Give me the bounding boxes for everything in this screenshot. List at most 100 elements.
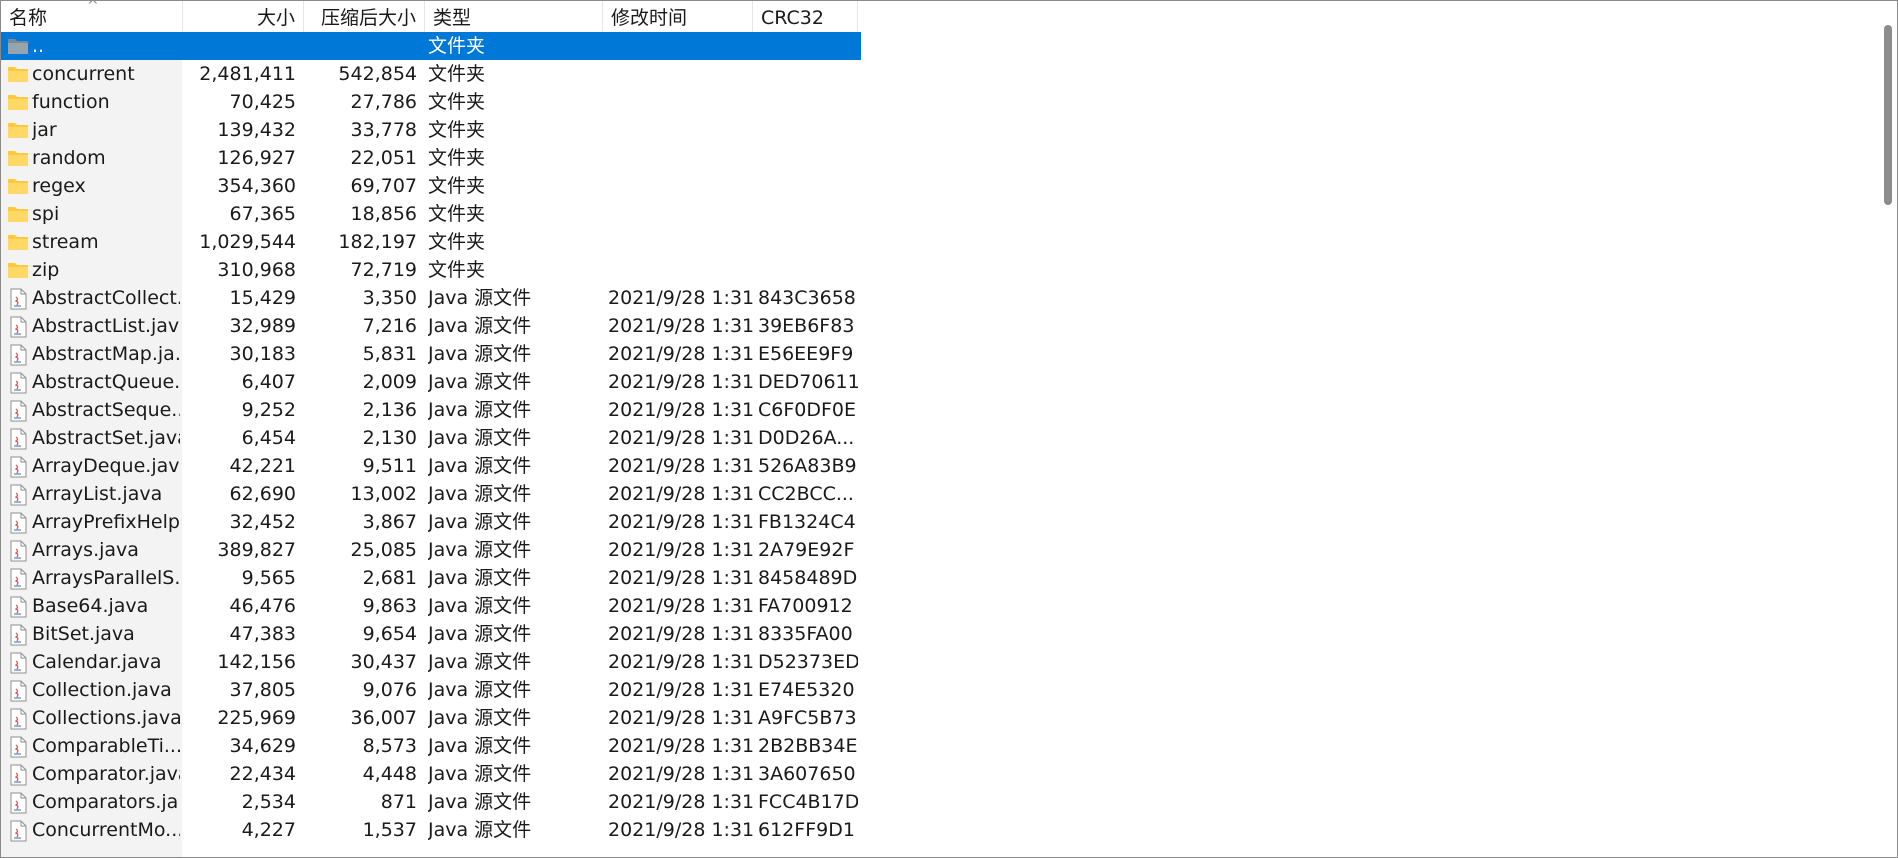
file-modified-time: 2021/9/28 1:31 [608, 679, 755, 701]
list-item[interactable]: Comparator.java 22,434 4,448 Java 源文件 2021/9… [1, 760, 861, 788]
list-item[interactable]: ArrayDeque.java 42,221 9,511 Java 源文件 2021/9… [1, 452, 861, 480]
java-file-icon [7, 676, 31, 704]
list-item[interactable]: ArraysParallelS... 9,565 2,681 Java 源文件 2021… [1, 564, 861, 592]
file-crc32: A9FC5B73 [758, 707, 857, 729]
java-file-icon [7, 592, 31, 620]
file-modified-time: 2021/9/28 1:31 [608, 595, 755, 617]
file-packed-size [303, 32, 417, 60]
file-size: 37,805 [229, 679, 296, 701]
list-item[interactable]: Collection.java 37,805 9,076 Java 源文件 2021/9… [1, 676, 861, 704]
list-item[interactable]: stream 1,029,544 182,197 文件夹 [1, 228, 861, 256]
column-header-size[interactable]: 大小 [183, 1, 304, 32]
file-type: Java 源文件 [428, 455, 532, 477]
list-item[interactable]: ComparableTi... 34,629 8,573 Java 源文件 2021/9… [1, 732, 861, 760]
file-type: 文件夹 [428, 203, 486, 225]
list-item[interactable]: Collections.java 225,969 36,007 Java 源文件 202… [1, 704, 861, 732]
file-name: BitSet.java [32, 623, 135, 645]
java-file-icon [7, 704, 31, 732]
list-item[interactable]: AbstractCollect... 15,429 3,350 Java 源文件 202… [1, 284, 861, 312]
list-item[interactable]: random 126,927 22,051 文件夹 [1, 144, 861, 172]
column-header-name[interactable]: 名称 ^ [1, 1, 183, 32]
scrollbar-thumb[interactable] [1884, 25, 1892, 205]
file-modified-time: 2021/9/28 1:31 [608, 427, 755, 449]
file-crc32: 2B2BB34E [758, 735, 858, 757]
file-name: Comparators.ja... [32, 791, 180, 813]
file-type: Java 源文件 [428, 651, 532, 673]
file-type: 文件夹 [428, 231, 486, 253]
file-name: .. [32, 35, 45, 57]
vertical-scrollbar[interactable] [1879, 1, 1897, 857]
file-modified-time: 2021/9/28 1:31 [608, 567, 755, 589]
file-name: ArrayPrefixHelp... [32, 511, 180, 533]
java-file-icon [7, 340, 31, 368]
list-item[interactable]: function 70,425 27,786 文件夹 [1, 88, 861, 116]
list-item[interactable]: regex 354,360 69,707 文件夹 [1, 172, 861, 200]
file-modified-time: 2021/9/28 1:31 [608, 455, 755, 477]
java-file-icon [7, 620, 31, 648]
list-item[interactable]: Arrays.java 389,827 25,085 Java 源文件 2021/9/2… [1, 536, 861, 564]
file-type: 文件夹 [428, 147, 486, 169]
list-item[interactable]: ConcurrentMo... 4,227 1,537 Java 源文件 2021/9/… [1, 816, 861, 844]
file-name: AbstractSeque... [32, 399, 180, 421]
archive-file-list-window: 名称 ^ 大小 压缩后大小 类型 修改时间 CRC32 .. 文件夹 concurr… [0, 0, 1898, 858]
sort-ascending-icon: ^ [87, 0, 99, 14]
column-header-crc32[interactable]: CRC32 [753, 1, 858, 32]
column-header-modified[interactable]: 修改时间 [603, 1, 753, 32]
java-file-icon [7, 760, 31, 788]
file-packed-size: 9,511 [362, 455, 417, 477]
file-size: 46,476 [229, 595, 296, 617]
list-item[interactable]: BitSet.java 47,383 9,654 Java 源文件 2021/9/28 … [1, 620, 861, 648]
file-crc32: FA700912 [758, 595, 853, 617]
file-crc32: 2A79E92F [758, 539, 855, 561]
list-item[interactable]: ArrayList.java 62,690 13,002 Java 源文件 2021/9… [1, 480, 861, 508]
list-item[interactable]: Comparators.ja... 2,534 871 Java 源文件 2021/9/… [1, 788, 861, 816]
file-type: 文件夹 [428, 259, 486, 281]
list-item-selected[interactable]: .. 文件夹 [1, 32, 861, 60]
file-packed-size: 18,856 [350, 203, 417, 225]
column-header-packed-size[interactable]: 压缩后大小 [304, 1, 425, 32]
list-item[interactable]: spi 67,365 18,856 文件夹 [1, 200, 861, 228]
file-crc32: 526A83B9 [758, 455, 857, 477]
file-size: 67,365 [229, 203, 296, 225]
column-header-crc32-label: CRC32 [761, 7, 824, 29]
file-modified-time: 2021/9/28 1:31 [608, 623, 755, 645]
file-name: ConcurrentMo... [32, 819, 180, 841]
java-file-icon [7, 816, 31, 844]
list-item[interactable]: Base64.java 46,476 9,863 Java 源文件 2021/9/28 … [1, 592, 861, 620]
list-item[interactable]: jar 139,432 33,778 文件夹 [1, 116, 861, 144]
file-size: 6,407 [241, 371, 296, 393]
file-type: Java 源文件 [428, 399, 532, 421]
file-name: Collection.java [32, 679, 172, 701]
file-crc32: E56EE9F9 [758, 343, 854, 365]
list-item[interactable]: Calendar.java 142,156 30,437 Java 源文件 2021/9… [1, 648, 861, 676]
file-name: spi [32, 203, 60, 225]
file-packed-size: 36,007 [350, 707, 417, 729]
file-type: 文件夹 [428, 63, 486, 85]
java-file-icon [7, 536, 31, 564]
column-header-type[interactable]: 类型 [425, 1, 603, 32]
list-item[interactable]: AbstractMap.ja... 30,183 5,831 Java 源文件 2021… [1, 340, 861, 368]
list-item[interactable]: zip 310,968 72,719 文件夹 [1, 256, 861, 284]
list-item[interactable]: AbstractSeque... 9,252 2,136 Java 源文件 2021/9… [1, 396, 861, 424]
list-item[interactable]: AbstractQueue.... 6,407 2,009 Java 源文件 2021/… [1, 368, 861, 396]
file-type: Java 源文件 [428, 287, 532, 309]
file-name: stream [32, 231, 99, 253]
list-item[interactable]: AbstractList.java 32,989 7,216 Java 源文件 2021… [1, 312, 861, 340]
list-item[interactable]: concurrent 2,481,411 542,854 文件夹 [1, 60, 861, 88]
list-item[interactable]: ArrayPrefixHelp... 32,452 3,867 Java 源文件 202… [1, 508, 861, 536]
file-packed-size: 33,778 [350, 119, 417, 141]
file-modified-time: 2021/9/28 1:31 [608, 371, 755, 393]
file-type: Java 源文件 [428, 483, 532, 505]
file-type: Java 源文件 [428, 539, 532, 561]
java-file-icon [7, 452, 31, 480]
file-packed-size: 871 [380, 791, 417, 813]
file-packed-size: 1,537 [362, 819, 417, 841]
file-type: Java 源文件 [428, 511, 532, 533]
list-item[interactable]: AbstractSet.java 6,454 2,130 Java 源文件 2021/9… [1, 424, 861, 452]
file-packed-size: 542,854 [338, 63, 417, 85]
file-crc32: 612FF9D1 [758, 819, 855, 841]
file-packed-size: 72,719 [350, 259, 417, 281]
file-size: 2,534 [241, 791, 296, 813]
file-size: 62,690 [229, 483, 296, 505]
file-modified-time: 2021/9/28 1:31 [608, 315, 755, 337]
